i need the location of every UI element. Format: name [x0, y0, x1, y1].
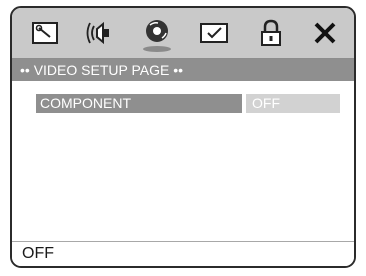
setup-menu-window: •• VIDEO SETUP PAGE •• COMPONENT OFF OFF: [10, 6, 356, 268]
component-value: OFF: [246, 94, 340, 113]
status-bar: OFF: [12, 241, 354, 266]
general-setup-tab[interactable]: [26, 13, 64, 53]
status-text: OFF: [22, 245, 54, 262]
lock-icon: [261, 19, 281, 46]
menu-row-component: COMPONENT OFF: [36, 94, 342, 113]
page-title: •• VIDEO SETUP PAGE ••: [12, 59, 354, 81]
component-option[interactable]: COMPONENT: [36, 94, 242, 113]
preference-tab[interactable]: [195, 13, 233, 53]
audio-setup-tab[interactable]: [82, 13, 120, 53]
setup-icon-bar: [12, 8, 354, 59]
wrench-icon: [32, 22, 58, 44]
exit-tab[interactable]: [306, 13, 344, 53]
speaker-icon: [86, 21, 109, 45]
close-icon: [314, 22, 336, 44]
password-tab[interactable]: [252, 13, 290, 53]
checkbox-icon: [200, 23, 228, 43]
video-setup-tab[interactable]: [138, 13, 176, 53]
video-disc-icon: [146, 20, 168, 42]
